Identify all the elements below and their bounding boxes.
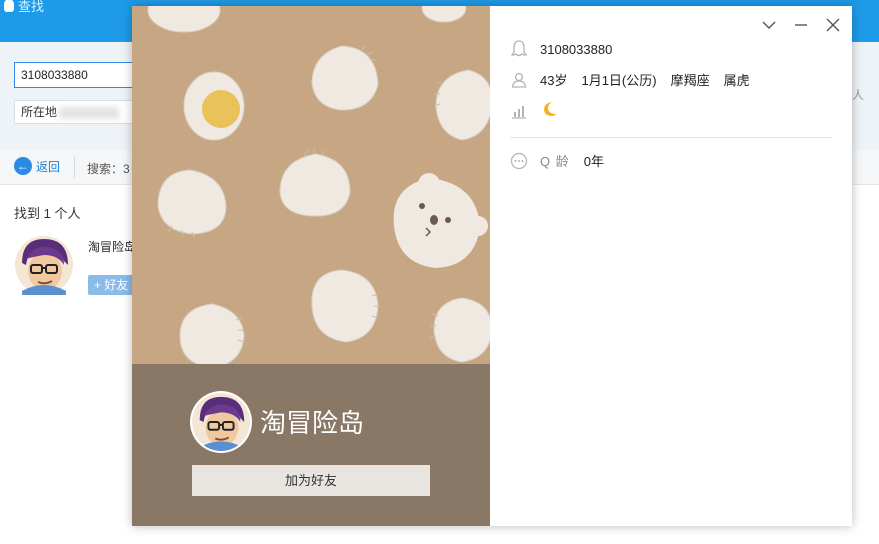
toolbar-divider [74, 156, 75, 178]
cover-image [132, 6, 490, 364]
window-controls [758, 16, 844, 34]
profile-info-panel: 3108033880 43岁 1月1日(公历) 摩羯座 属虎 Q 龄 0年 [490, 6, 852, 526]
result-add-friend-button[interactable]: + 好友 [88, 275, 138, 295]
age: 43岁 [540, 73, 568, 88]
card-bottom-panel: 淘冒险岛 加为好友 [132, 364, 490, 526]
search-summary: 搜索：3 [87, 162, 130, 176]
zodiac-sign: 摩羯座 [670, 73, 710, 88]
q-age-row: Q 龄 0年 [510, 151, 604, 170]
level-chart-icon [510, 102, 528, 120]
add-friend-button[interactable]: 加为好友 [192, 465, 430, 496]
profile-nickname: 淘冒险岛 [260, 408, 365, 438]
qq-logo-icon [4, 0, 14, 12]
location-value-blurred [59, 106, 120, 119]
close-icon [826, 18, 840, 32]
result-name[interactable]: 淘冒险岛 [88, 238, 136, 255]
birthday: 1月1日(公历) [581, 73, 657, 88]
level-row [510, 100, 558, 121]
window-title: 查找 [4, 0, 44, 15]
more-dots-icon [510, 152, 528, 170]
info-divider [510, 137, 832, 138]
q-age-value: 0年 [583, 154, 604, 169]
profile-avatar[interactable] [192, 393, 250, 451]
qq-number-row: 3108033880 [510, 40, 612, 58]
result-count: 找到 1 个人 [14, 206, 81, 221]
minimize-icon [795, 24, 807, 26]
back-button[interactable]: ← 返回 [14, 157, 60, 175]
chevron-down-icon [762, 21, 776, 29]
personal-info-row: 43岁 1月1日(公历) 摩羯座 属虎 [510, 70, 750, 89]
minimize-button[interactable] [790, 16, 812, 34]
result-avatar[interactable] [14, 235, 74, 295]
profile-card: 淘冒险岛 加为好友 3108033880 43岁 1月1日(公历) 摩羯座 属虎… [132, 6, 852, 526]
location-label: 所在地 [21, 105, 58, 119]
dropdown-button[interactable] [758, 16, 780, 34]
location-select[interactable]: 所在地 [14, 100, 144, 124]
back-arrow-icon: ← [14, 157, 32, 175]
person-icon [510, 71, 528, 89]
qq-penguin-icon [510, 40, 528, 58]
search-option-fragment: 人 [852, 88, 865, 102]
chinese-zodiac: 属虎 [723, 73, 750, 88]
close-button[interactable] [822, 16, 844, 34]
qq-number: 3108033880 [540, 41, 613, 57]
moon-icon[interactable] [540, 100, 558, 121]
q-age-label: Q 龄 [540, 154, 570, 169]
